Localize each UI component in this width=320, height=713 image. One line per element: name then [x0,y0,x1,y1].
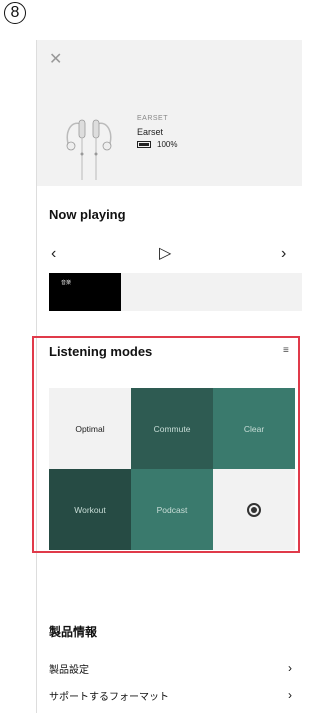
step-badge: 8 [4,2,26,24]
earset-product-image [66,119,112,180]
product-settings-label: 製品設定 [49,665,89,676]
product-header: ✕ EARSET Earset 100% [37,40,302,186]
listening-modes-highlight [32,336,300,553]
play-icon[interactable]: ▷ [159,246,171,262]
product-settings-row[interactable]: 製品設定 › [49,661,292,676]
battery-icon [137,141,151,148]
supported-formats-label: サポートするフォーマット [49,692,169,703]
chevron-right-icon: › [288,661,292,675]
product-brand: EARSET [137,115,169,122]
track-artwork[interactable]: 音楽 [49,273,121,311]
now-playing-title: Now playing [49,207,126,222]
product-name: Earset [137,127,164,137]
prev-icon[interactable]: ‹ [51,246,56,262]
battery-status: 100% [137,140,177,149]
next-icon[interactable]: › [281,246,286,262]
battery-level: 100% [157,140,178,149]
close-icon[interactable]: ✕ [49,52,65,68]
product-info-title: 製品情報 [49,625,98,639]
chevron-right-icon: › [288,688,292,702]
supported-formats-row[interactable]: サポートするフォーマット › [49,688,292,703]
